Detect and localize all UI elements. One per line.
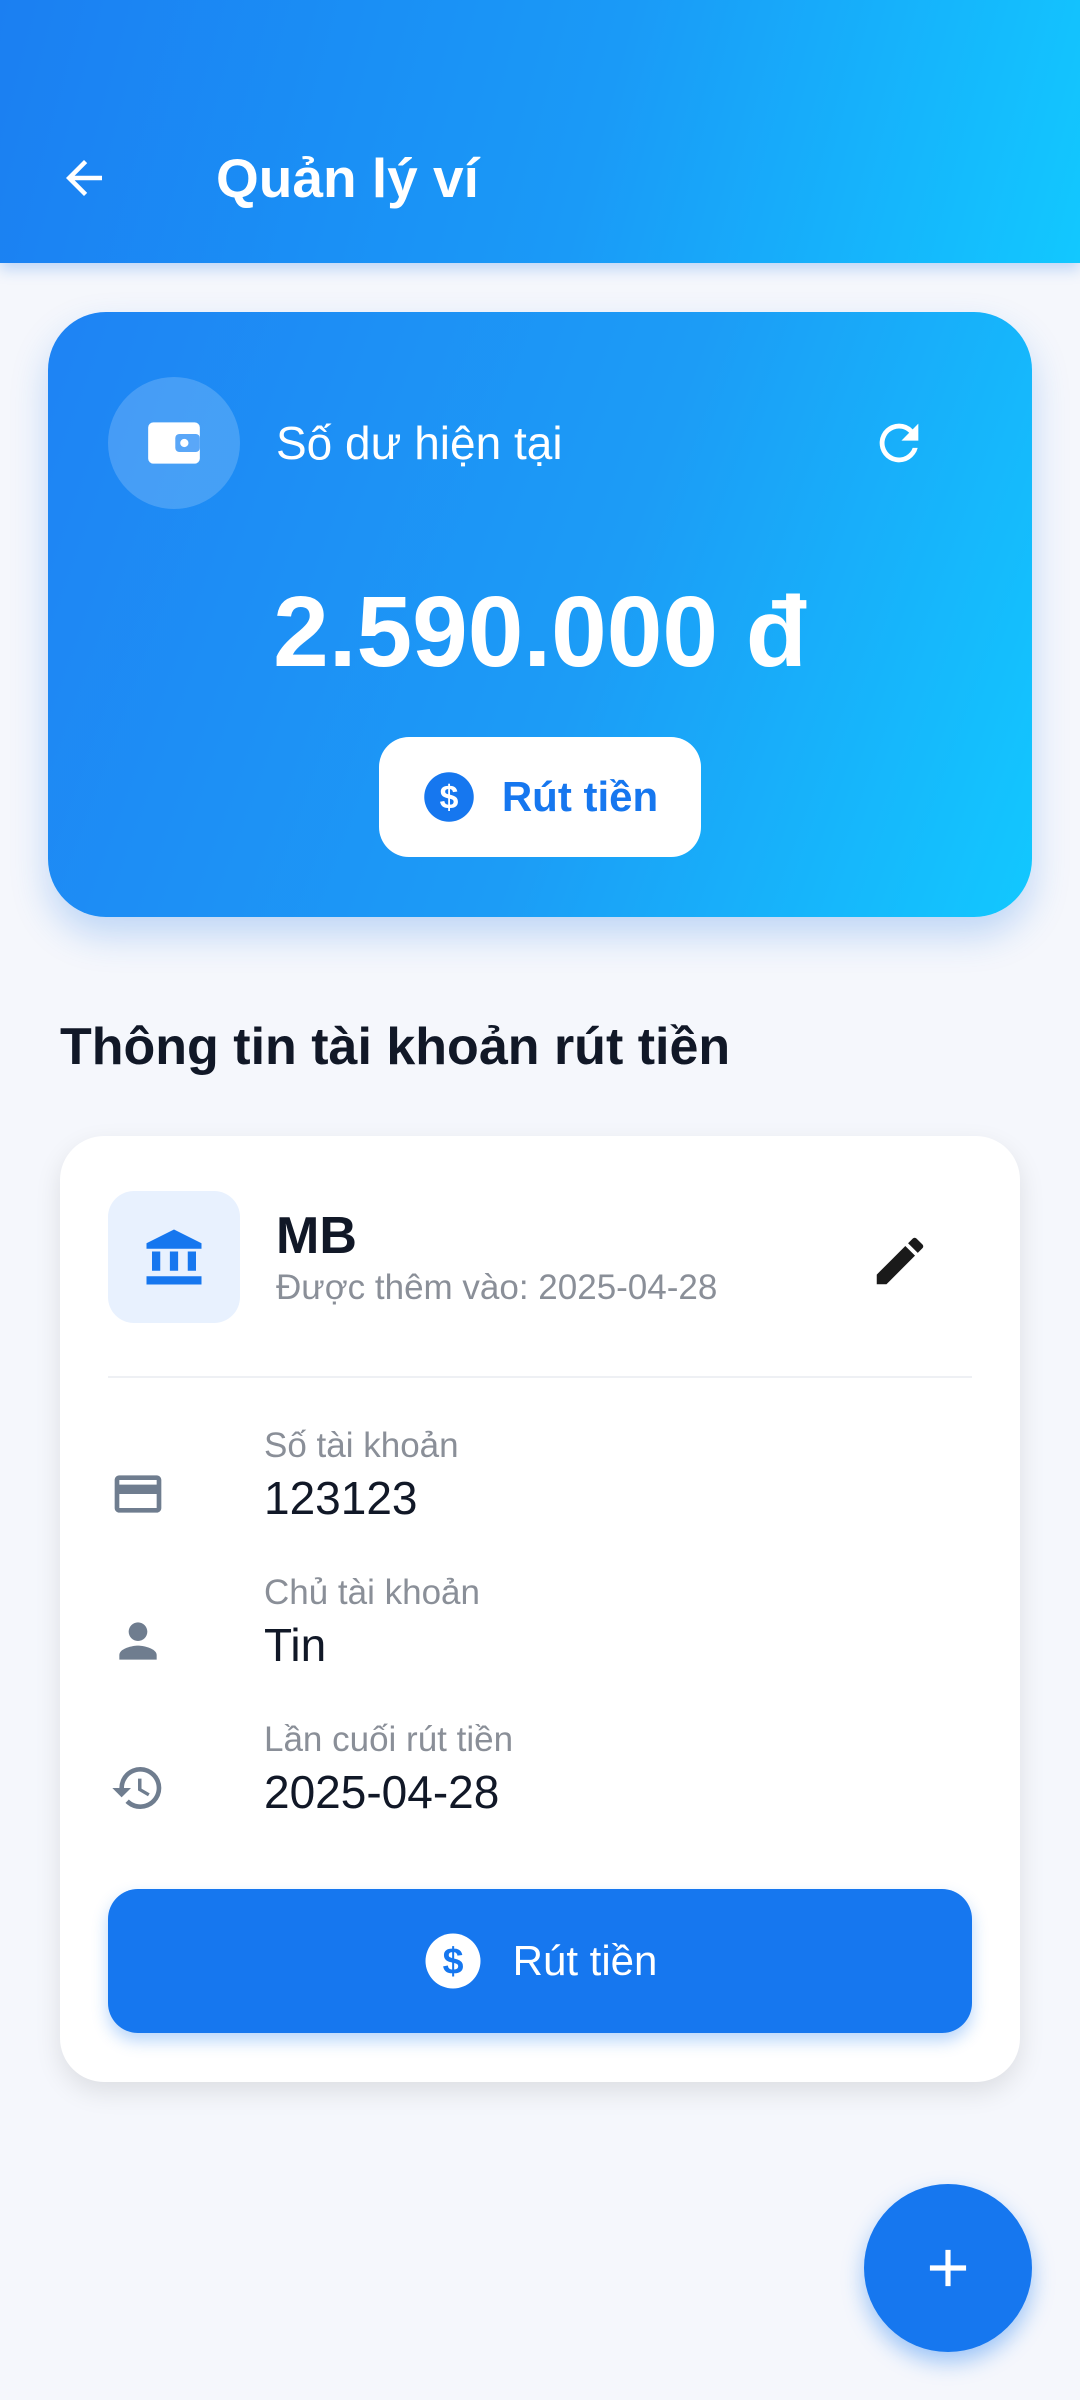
svg-text:$: $ — [439, 778, 458, 816]
bank-name: MB — [276, 1207, 357, 1265]
back-button[interactable] — [54, 148, 114, 208]
last-withdraw-value: 2025-04-28 — [264, 1766, 500, 1818]
balance-amount: 2.590.000 đ — [273, 576, 807, 688]
bank-icon — [146, 1229, 202, 1285]
withdraw-button-top-label: Rút tiền — [501, 773, 659, 820]
plus-icon — [929, 2249, 967, 2287]
page-title: Quản lý ví — [216, 147, 479, 209]
refresh-icon — [879, 423, 919, 463]
last-withdraw-row: Lần cuối rút tiền 2025-04-28 — [108, 1718, 972, 1838]
refresh-button[interactable] — [868, 412, 930, 474]
edit-account-button[interactable] — [860, 1221, 940, 1301]
withdraw-account-card: MB Được thêm vào: 2025-04-28 Số tài khoả… — [60, 1136, 1020, 2082]
pencil-icon — [876, 1237, 924, 1285]
history-icon — [112, 1767, 162, 1809]
arrow-left-icon — [66, 160, 102, 196]
account-number-row: Số tài khoản 123123 — [108, 1424, 972, 1544]
bank-icon-tile — [108, 1191, 240, 1323]
dollar-circle-icon: $ — [424, 772, 474, 822]
withdraw-button-top[interactable]: $ Rút tiền — [379, 737, 701, 857]
bank-added-date: Được thêm vào: 2025-04-28 — [276, 1268, 718, 1307]
section-title: Thông tin tài khoản rút tiền — [60, 1018, 731, 1076]
balance-card: Số dư hiện tại 2.590.000 đ $ Rút tiền — [48, 312, 1032, 917]
account-holder-value: Tin — [264, 1619, 327, 1671]
credit-card-icon — [114, 1475, 162, 1513]
last-withdraw-label: Lần cuối rút tiền — [264, 1720, 514, 1759]
app-bar: Quản lý ví — [0, 0, 1080, 263]
add-account-fab[interactable] — [864, 2184, 1032, 2352]
withdraw-button-label: Rút tiền — [512, 1937, 658, 1984]
person-icon — [119, 1622, 157, 1660]
balance-label: Số dư hiện tại — [276, 417, 563, 469]
account-number-label: Số tài khoản — [264, 1426, 459, 1465]
wallet-icon — [148, 422, 200, 464]
account-holder-label: Chủ tài khoản — [264, 1573, 480, 1612]
svg-text:$: $ — [442, 1940, 463, 1982]
dollar-circle-icon: $ — [425, 1933, 481, 1989]
account-number-value: 123123 — [264, 1472, 418, 1524]
account-holder-row: Chủ tài khoản Tin — [108, 1571, 972, 1691]
divider — [108, 1376, 972, 1378]
wallet-icon-badge — [108, 377, 240, 509]
withdraw-button[interactable]: $ Rút tiền — [108, 1889, 972, 2033]
